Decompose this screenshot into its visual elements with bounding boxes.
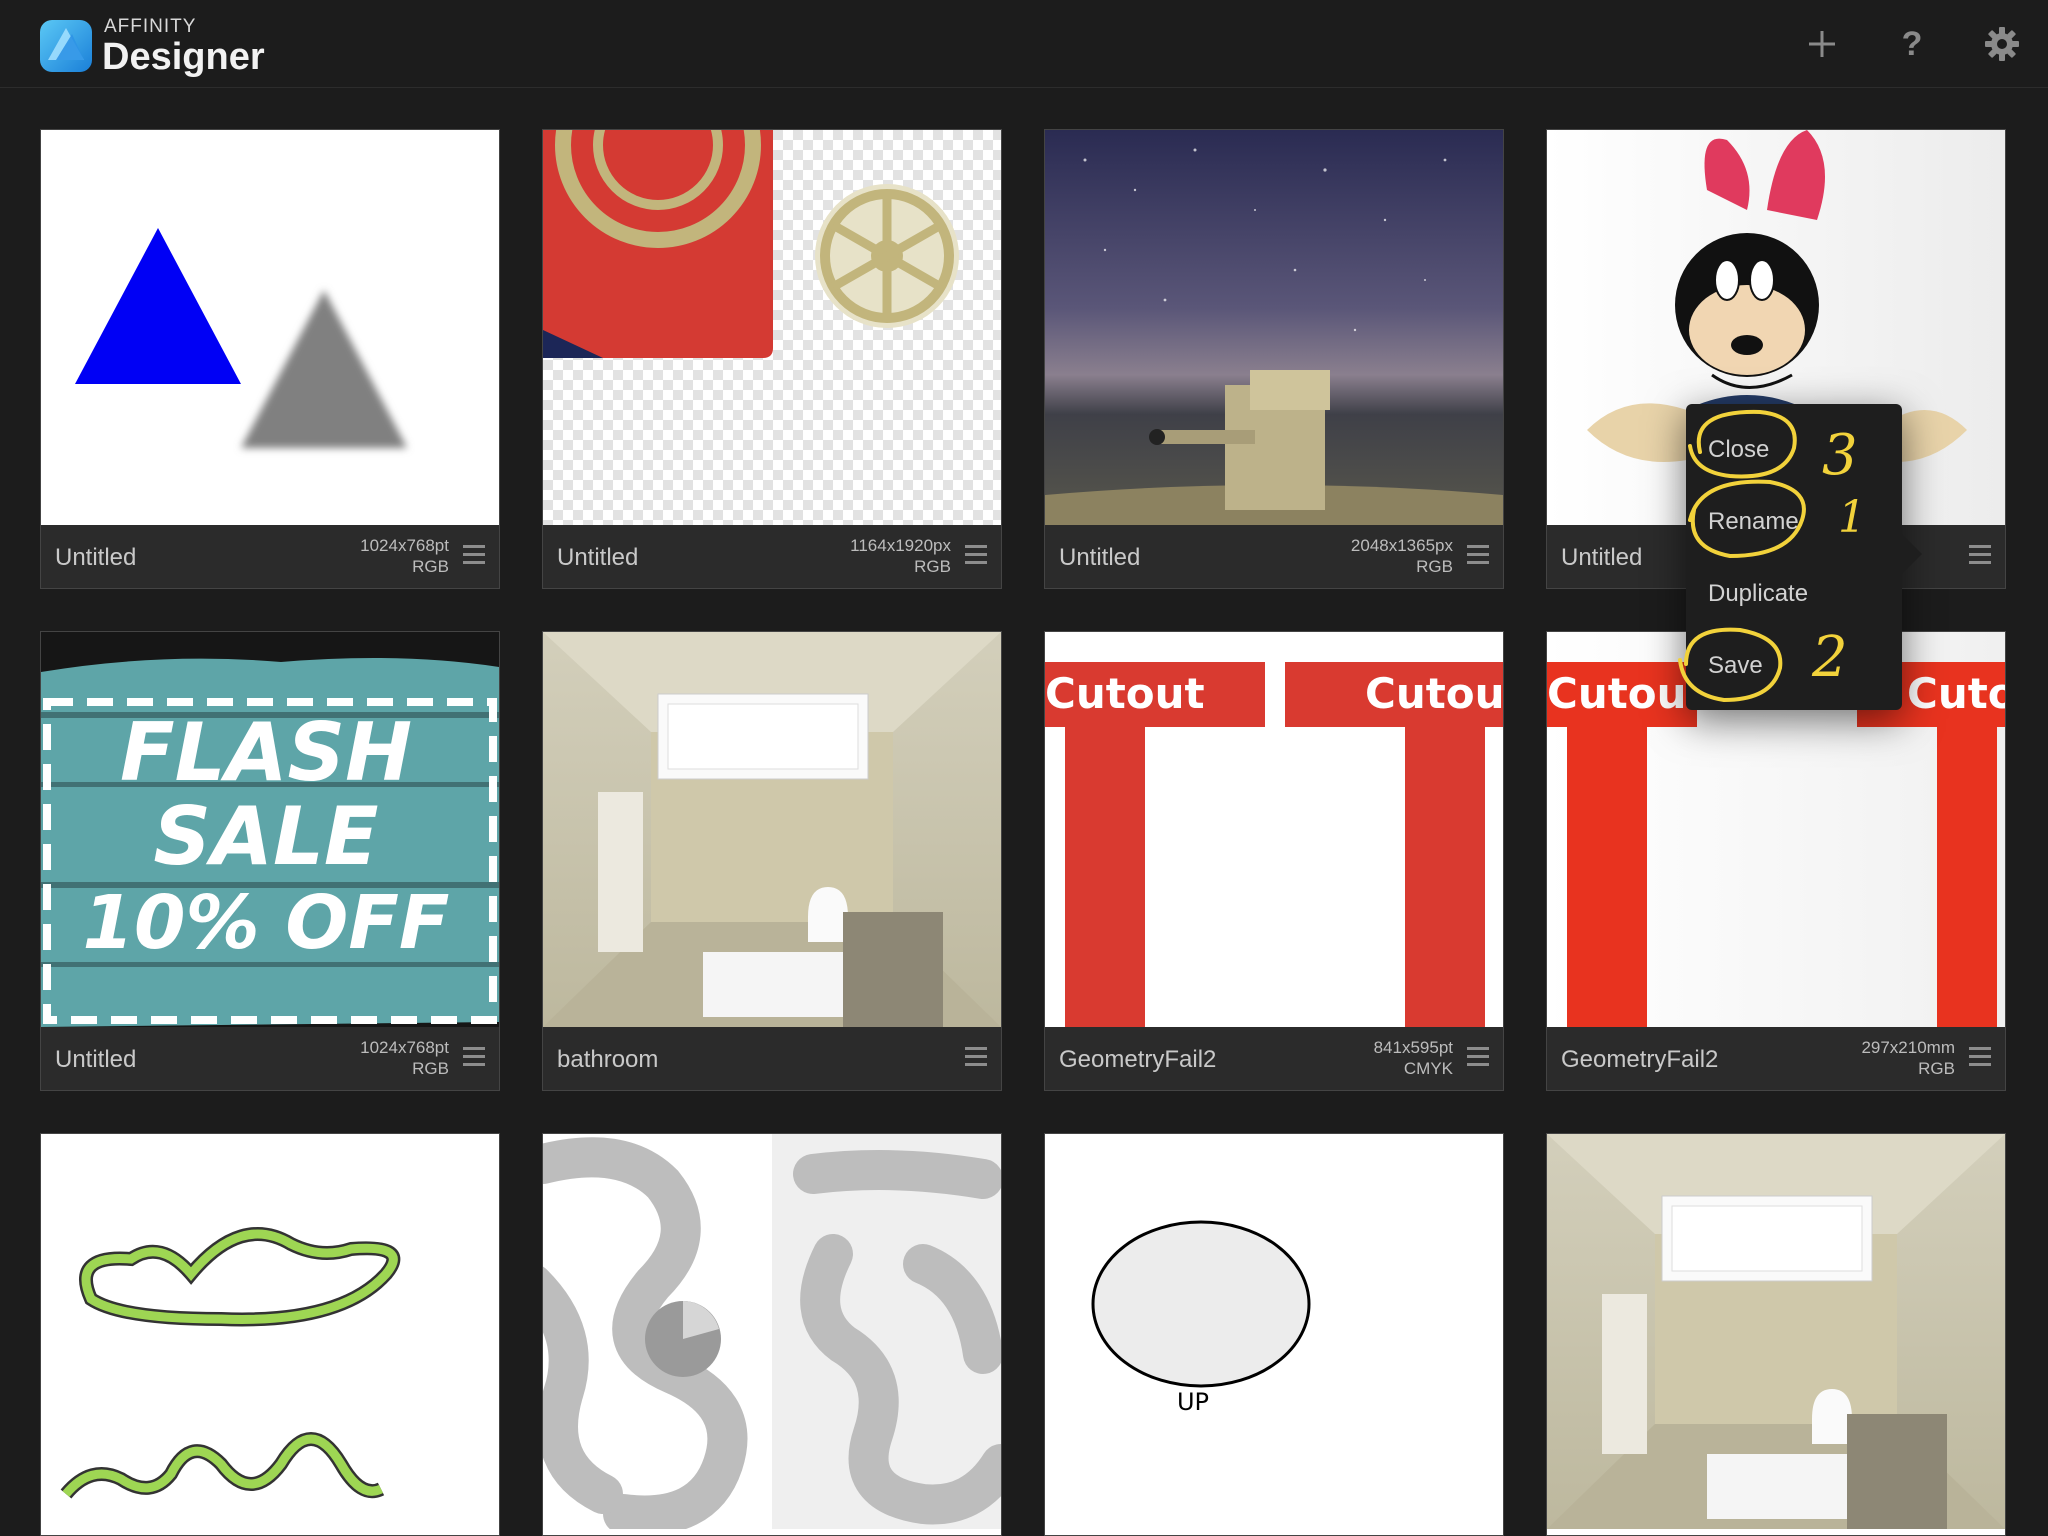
- document-card[interactable]: [40, 1133, 500, 1536]
- help-icon: ?: [1901, 24, 1923, 63]
- document-name[interactable]: Untitled: [55, 1046, 136, 1074]
- document-menu-icon[interactable]: [463, 545, 485, 565]
- document-dimensions: 1164x1920px RGB: [850, 535, 951, 577]
- document-thumbnail[interactable]: Cutout Cutout: [1045, 632, 1503, 1027]
- gear-icon: [1985, 27, 2019, 61]
- document-size: 1164x1920px: [850, 536, 951, 555]
- sale-text: SALE: [153, 790, 378, 883]
- menu-item-close[interactable]: Close: [1708, 436, 1769, 464]
- document-menu-icon[interactable]: [965, 1047, 987, 1067]
- document-thumbnail[interactable]: UP: [1045, 1134, 1503, 1529]
- document-info-bar: Untitled 2048x1365px RGB: [1045, 525, 1503, 588]
- document-dimensions: 2048x1365px RGB: [1351, 535, 1453, 577]
- popup-arrow: [1900, 532, 1922, 576]
- document-card[interactable]: Untitled 2048x1365px RGB: [1044, 129, 1504, 589]
- document-thumbnail[interactable]: [1547, 1134, 2005, 1529]
- document-size: 1024x768pt: [360, 536, 449, 555]
- document-size: 1024x768pt: [360, 1038, 449, 1057]
- document-name[interactable]: Untitled: [55, 544, 136, 572]
- document-size: 297x210mm: [1861, 1038, 1955, 1057]
- document-info-bar: Untitled 1024x768pt RGB: [41, 1027, 499, 1090]
- cutout-text: Cutout: [1045, 669, 1205, 718]
- document-info-bar: Untitled 1024x768pt RGB: [41, 525, 499, 588]
- document-dimensions: 1024x768pt RGB: [360, 1037, 449, 1079]
- document-context-menu: Close Rename Duplicate Save: [1686, 404, 1922, 710]
- document-size: 2048x1365px: [1350, 536, 1453, 555]
- document-name[interactable]: Untitled: [557, 544, 638, 572]
- document-card[interactable]: [542, 1133, 1002, 1536]
- settings-button[interactable]: [1978, 20, 2026, 68]
- document-card[interactable]: Cutout Cutout GeometryFail2 841x595pt CM…: [1044, 631, 1504, 1091]
- document-color-mode: RGB: [412, 1059, 449, 1078]
- document-size: 841x595pt: [1373, 1038, 1453, 1057]
- discount-text: 10% OFF: [83, 880, 450, 966]
- document-info-bar: GeometryFail2 297x210mm RGB: [1547, 1027, 2005, 1090]
- cutout-text: Cutout: [1547, 669, 1707, 718]
- document-menu-icon[interactable]: [965, 545, 987, 565]
- document-name[interactable]: Untitled: [1059, 544, 1140, 572]
- document-info-bar: bathroom: [543, 1027, 1001, 1090]
- document-color-mode: RGB: [914, 557, 951, 576]
- document-thumbnail[interactable]: [1045, 130, 1503, 525]
- flash-text: FLASH: [120, 706, 412, 799]
- document-card[interactable]: FLASH SALE 10% OFF Untitled 1024x768pt R…: [40, 631, 500, 1091]
- document-card[interactable]: Untitled 1164x1920px RGB: [542, 129, 1002, 589]
- document-menu-icon[interactable]: [463, 1047, 485, 1067]
- document-dimensions: 841x595pt CMYK: [1374, 1037, 1453, 1079]
- menu-item-rename[interactable]: Rename: [1708, 508, 1799, 536]
- up-label: UP: [1177, 1388, 1209, 1416]
- document-info-bar: GeometryFail2 841x595pt CMYK: [1045, 1027, 1503, 1090]
- document-menu-icon[interactable]: [1467, 545, 1489, 565]
- document-info-bar: Untitled 1164x1920px RGB: [543, 525, 1001, 588]
- document-card[interactable]: Untitled 1024x768pt RGB: [40, 129, 500, 589]
- document-dimensions: 297x210mm RGB: [1861, 1037, 1955, 1079]
- document-menu-icon[interactable]: [1969, 1047, 1991, 1067]
- document-card[interactable]: UP: [1044, 1133, 1504, 1536]
- document-thumbnail[interactable]: [543, 130, 1001, 525]
- document-thumbnail[interactable]: [543, 632, 1001, 1027]
- help-button[interactable]: ?: [1888, 20, 1936, 68]
- document-name[interactable]: Untitled: [1561, 544, 1642, 572]
- affinity-designer-logo: [40, 20, 92, 72]
- menu-item-save[interactable]: Save: [1708, 652, 1763, 680]
- document-color-mode: CMYK: [1403, 1059, 1453, 1078]
- document-color-mode: RGB: [1416, 557, 1453, 576]
- brand-small-text: AFFINITY: [104, 16, 197, 37]
- document-name[interactable]: bathroom: [557, 1046, 658, 1074]
- document-card[interactable]: [1546, 1133, 2006, 1536]
- document-name[interactable]: GeometryFail2: [1059, 1046, 1216, 1074]
- document-thumbnail[interactable]: [543, 1134, 1001, 1529]
- document-menu-icon[interactable]: [1969, 545, 1991, 565]
- plus-icon: [1809, 31, 1835, 57]
- document-color-mode: RGB: [412, 557, 449, 576]
- document-thumbnail[interactable]: [41, 1134, 499, 1529]
- document-menu-icon[interactable]: [1467, 1047, 1489, 1067]
- document-name[interactable]: GeometryFail2: [1561, 1046, 1718, 1074]
- document-color-mode: RGB: [1918, 1059, 1955, 1078]
- document-thumbnail[interactable]: FLASH SALE 10% OFF: [41, 632, 499, 1027]
- new-document-button[interactable]: [1798, 20, 1846, 68]
- menu-item-duplicate[interactable]: Duplicate: [1708, 580, 1808, 608]
- document-dimensions: 1024x768pt RGB: [360, 535, 449, 577]
- document-thumbnail[interactable]: [41, 130, 499, 525]
- document-card[interactable]: bathroom: [542, 631, 1002, 1091]
- brand-name: Designer: [102, 36, 265, 78]
- top-bar: AFFINITY Designer ?: [0, 0, 2048, 88]
- cutout-text: Cutout: [1365, 669, 1503, 718]
- cutout-text: Cutout: [1907, 669, 2005, 718]
